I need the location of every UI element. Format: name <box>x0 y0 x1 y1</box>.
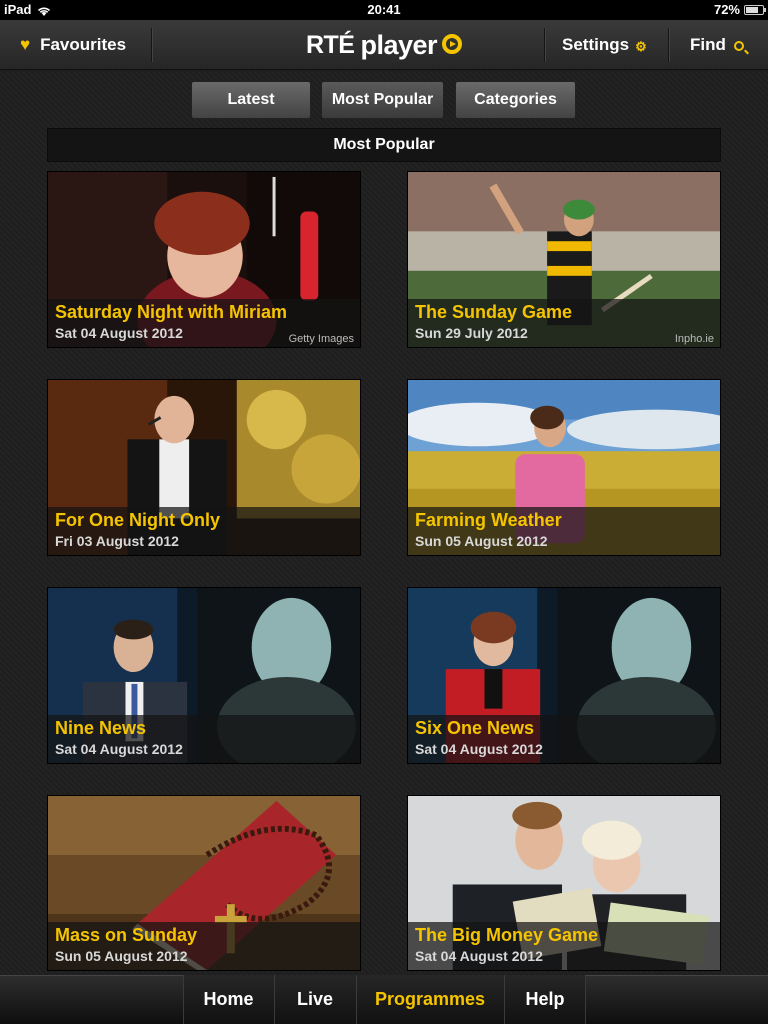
status-bar: iPad 20:41 72% <box>0 0 768 20</box>
find-label: Find <box>690 35 726 54</box>
gear-icon: ⚙ <box>635 38 647 54</box>
logo-rte-text: RTÉ <box>305 30 355 59</box>
programme-date: Sun 29 July 2012 <box>415 325 528 341</box>
programme-date: Sun 05 August 2012 <box>55 948 188 964</box>
programme-title: The Big Money Game <box>415 925 599 945</box>
programme-date: Sat 04 August 2012 <box>55 741 183 757</box>
programme-card[interactable]: Six One News Sat 04 August 2012 <box>407 587 721 764</box>
battery-icon <box>744 5 766 15</box>
programme-title: The Sunday Game <box>415 302 573 322</box>
programme-title: Saturday Night with Miriam <box>55 302 288 322</box>
programme-card[interactable]: Nine News Sat 04 August 2012 <box>47 587 361 764</box>
settings-button[interactable]: Settings ⚙ <box>562 20 647 70</box>
tab-categories[interactable]: Categories <box>455 81 576 119</box>
photo-credit: Inpho.ie <box>674 333 714 345</box>
programme-card[interactable]: Mass on Sunday Sun 05 August 2012 <box>47 795 361 971</box>
programme-date: Sat 04 August 2012 <box>55 325 183 341</box>
programme-title: Six One News <box>415 718 535 738</box>
programme-title: For One Night Only <box>55 510 220 530</box>
settings-label: Settings <box>562 35 630 54</box>
programme-card[interactable]: The Big Money Game Sat 04 August 2012 <box>407 795 721 971</box>
nav-divider <box>544 28 545 62</box>
programme-title: Mass on Sunday <box>55 925 198 945</box>
programme-date: Sat 04 August 2012 <box>415 741 543 757</box>
programme-date: Sun 05 August 2012 <box>415 533 548 549</box>
search-icon <box>733 41 744 51</box>
programme-title: Farming Weather <box>415 510 562 530</box>
tab-most-popular[interactable]: Most Popular <box>321 81 444 119</box>
nav-bar: ♥ Favourites RTÉ player Settings ⚙ Find <box>0 20 768 70</box>
play-logo-icon <box>442 33 463 54</box>
tab-home[interactable]: Home <box>183 975 274 1024</box>
section-header: Most Popular <box>47 128 721 162</box>
programme-card[interactable]: Saturday Night with Miriam Sat 04 August… <box>47 171 361 348</box>
programme-card[interactable]: The Sunday Game Sun 29 July 2012 Inpho.i… <box>407 171 721 348</box>
programme-title: Nine News <box>55 718 147 738</box>
nav-divider <box>668 28 669 62</box>
clock: 20:41 <box>367 2 401 17</box>
battery-percent: 72% <box>713 2 740 17</box>
find-button[interactable]: Find <box>690 20 744 70</box>
tab-latest[interactable]: Latest <box>191 81 311 119</box>
programme-date: Sat 04 August 2012 <box>415 948 543 964</box>
programme-card[interactable]: For One Night Only Fri 03 August 2012 <box>47 379 361 556</box>
tab-live[interactable]: Live <box>274 975 356 1024</box>
tab-programmes[interactable]: Programmes <box>356 975 504 1024</box>
programme-card[interactable]: Farming Weather Sun 05 August 2012 <box>407 379 721 556</box>
tab-help[interactable]: Help <box>504 975 586 1024</box>
photo-credit: Getty Images <box>288 333 354 345</box>
rte-player-logo: RTÉ player <box>0 20 768 70</box>
logo-player-text: player <box>360 29 438 60</box>
programme-date: Fri 03 August 2012 <box>55 533 179 549</box>
